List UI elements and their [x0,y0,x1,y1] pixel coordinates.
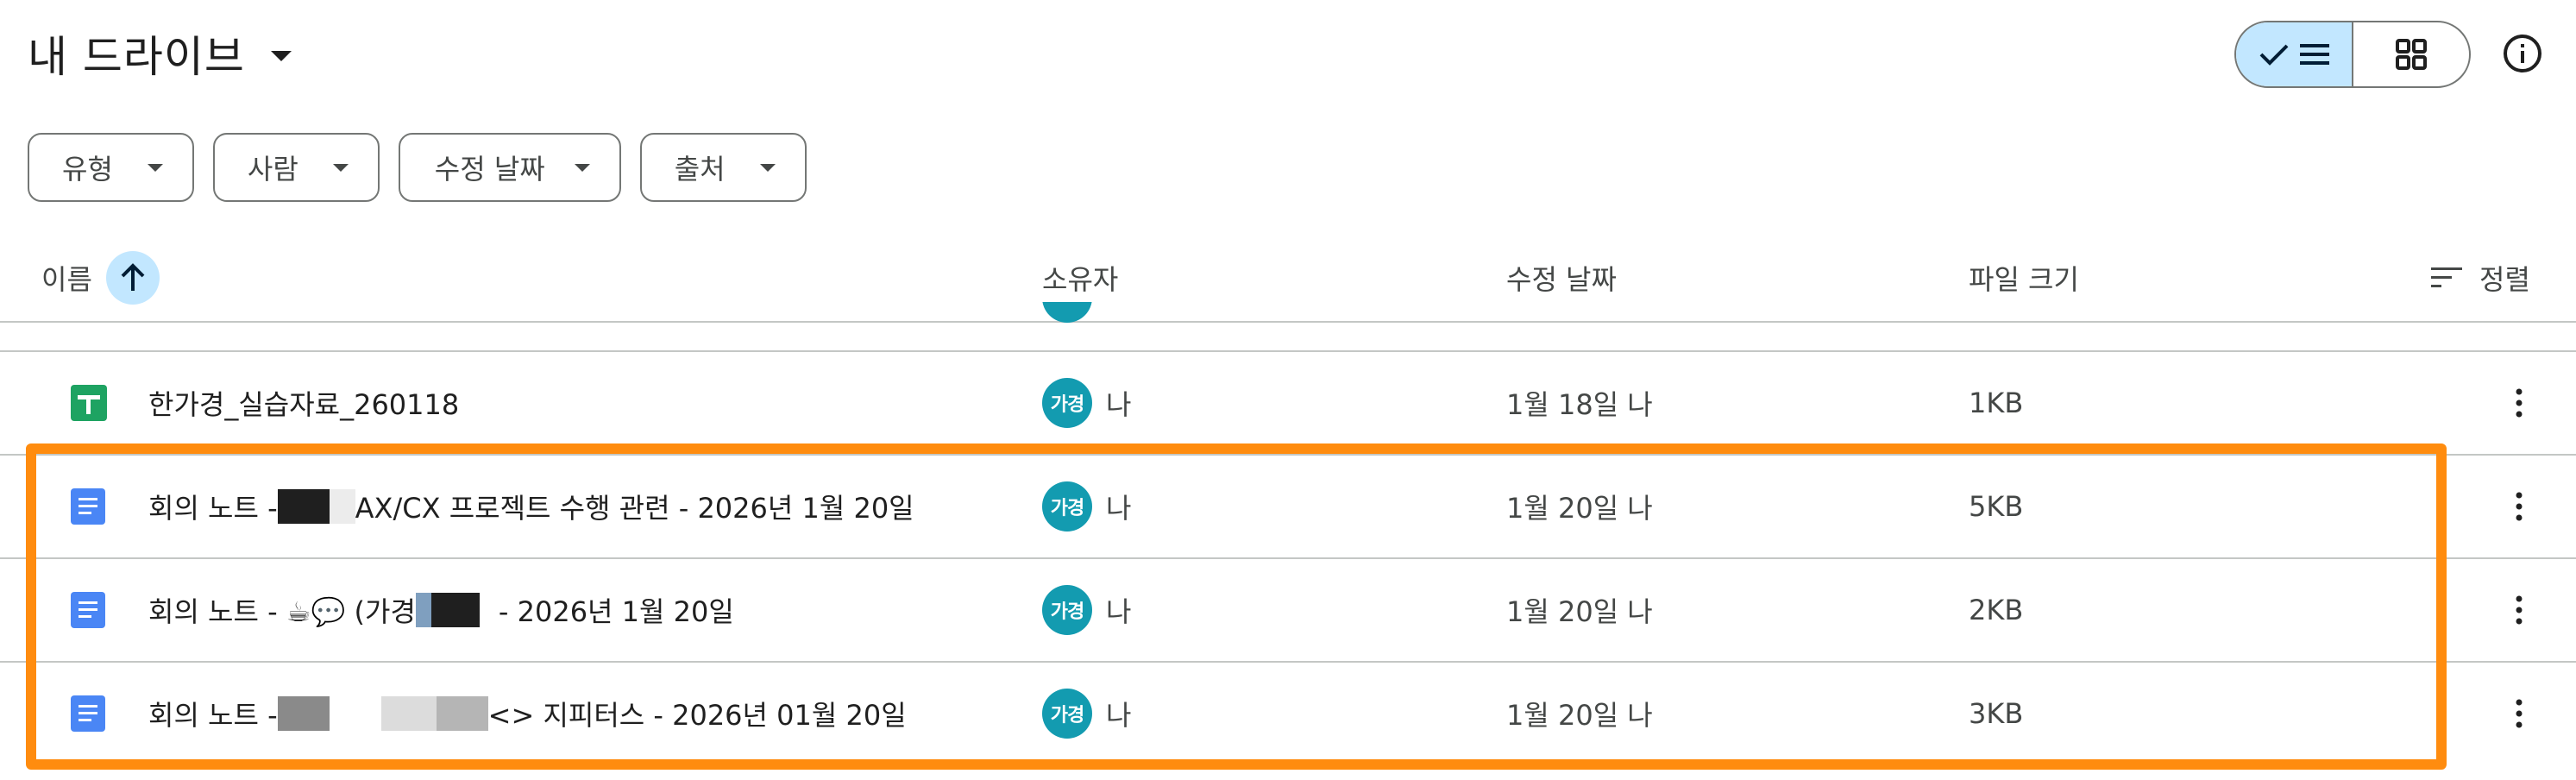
sort-button[interactable]: 정렬 [2431,235,2530,321]
owner-cell: 가경 나 [1042,663,1131,764]
chevron-down-icon [759,163,776,172]
avatar: 가경 [1042,481,1092,532]
avatar: 가경 [1042,378,1092,428]
more-options-button[interactable] [2502,663,2536,764]
info-button[interactable] [2500,31,2545,76]
file-name: 한가경_실습자료_260118 [148,388,460,421]
redaction [415,593,431,627]
view-toggle [2234,21,2471,88]
chevron-down-icon [270,51,292,61]
owner-cell: 가경 나 [1042,559,1131,661]
chevron-down-icon [147,163,163,172]
owner-name: 나 [1106,595,1132,628]
list-view-button[interactable] [2236,22,2353,86]
list-icon [2300,44,2329,65]
redaction [329,489,355,524]
file-name: 회의 노트 - AX/CX 프로젝트 수행 관련 - 2026년 1월 20일 [148,456,914,557]
avatar: 가경 [1042,585,1092,635]
file-size: 2KB [1969,594,2024,626]
modified-date: 1월 18일 나 [1506,388,1653,421]
divider [0,321,2576,323]
grid-icon [2396,39,2427,70]
file-name: 회의 노트 - ☕💬 (가경 - 2026년 1월 20일 [148,559,734,661]
filter-chips: 유형 사람 수정 날짜 출처 [28,133,807,202]
redaction [277,489,330,524]
avatar [1042,302,1092,323]
filter-modified-chip[interactable]: 수정 날짜 [398,133,621,202]
column-name: 이름 [41,235,160,321]
more-options-button[interactable] [2502,352,2536,454]
modified-date: 1월 20일 나 [1506,492,1653,525]
file-size: 1KB [1969,387,2024,419]
sort-label: 정렬 [2479,263,2530,296]
table-row[interactable]: 회의 노트 - <> 지피터스 - 2026년 01월 20일 가경 나 1월 … [0,663,2576,764]
more-vert-icon [2516,699,2523,728]
modified-date: 1월 20일 나 [1506,699,1653,732]
chip-label: 수정 날짜 [434,153,545,186]
file-list-header: 이름 소유자 수정 날짜 파일 크기 정렬 [0,235,2576,321]
sheets-icon [71,352,107,454]
docs-icon [71,559,105,661]
redaction [277,696,330,731]
docs-icon [71,663,105,764]
owner-cell: 가경 나 [1042,352,1131,454]
owner-name: 나 [1106,388,1132,421]
column-modified: 수정 날짜 [1506,263,1617,296]
info-icon [2504,35,2541,72]
more-vert-icon [2516,492,2523,521]
column-size: 파일 크기 [1969,263,2079,296]
chip-label: 유형 [62,153,113,186]
more-vert-icon [2516,595,2523,625]
table-row[interactable]: 한가경_실습자료_260118 가경 나 1월 18일 나 1KB [0,352,2576,454]
arrow-up-icon [121,263,145,291]
filter-people-chip[interactable]: 사람 [212,133,380,202]
more-options-button[interactable] [2502,559,2536,661]
table-row[interactable]: 회의 노트 - AX/CX 프로젝트 수행 관련 - 2026년 1월 20일 … [0,456,2576,557]
more-vert-icon [2516,388,2523,418]
grid-view-button[interactable] [2353,22,2469,86]
owner-cell: 가경 나 [1042,456,1131,557]
filter-type-chip[interactable]: 유형 [28,133,194,202]
drive-page: 내 드라이브 유형 사람 수정 날짜 출처 이름 소유자 수정 날짜 파일 크기… [0,0,2576,780]
chevron-down-icon [332,163,349,172]
filter-source-chip[interactable]: 출처 [639,133,807,202]
check-icon [2259,44,2289,66]
sort-icon [2431,267,2462,287]
file-size: 5KB [1969,490,2024,523]
owner-name: 나 [1106,492,1132,525]
sort-direction-button[interactable] [105,251,160,305]
owner-name: 나 [1106,699,1132,732]
chip-label: 사람 [247,153,298,186]
chip-label: 출처 [674,153,726,186]
redaction [436,696,488,731]
redaction [430,593,480,627]
avatar: 가경 [1042,689,1092,739]
file-size: 3KB [1969,697,2024,730]
drive-title-dropdown[interactable]: 내 드라이브 [28,19,292,88]
redaction [380,696,437,731]
page-title: 내 드라이브 [28,32,245,82]
modified-date: 1월 20일 나 [1506,595,1653,628]
more-options-button[interactable] [2502,456,2536,557]
column-name-label: 이름 [41,263,92,296]
file-name: 회의 노트 - <> 지피터스 - 2026년 01월 20일 [148,663,907,764]
docs-icon [71,456,105,557]
table-row[interactable]: 회의 노트 - ☕💬 (가경 - 2026년 1월 20일 가경 나 1월 20… [0,559,2576,661]
chevron-down-icon [574,163,590,172]
